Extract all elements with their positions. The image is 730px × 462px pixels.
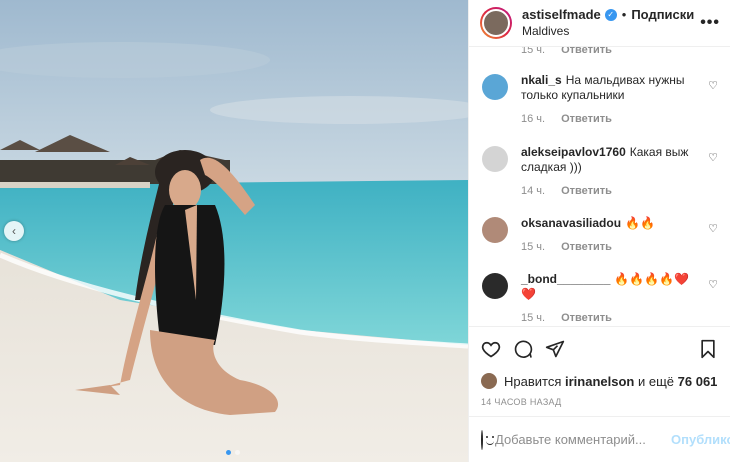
commenter-avatar[interactable]: [482, 273, 508, 299]
post-header: astiselfmade ✓ • Подписки Maldives •••: [469, 0, 730, 47]
comment-time: 15 ч.: [521, 47, 546, 56]
reply-button[interactable]: Ответить: [561, 311, 612, 326]
commenter-username[interactable]: _bond________: [521, 272, 610, 286]
heart-icon[interactable]: [481, 339, 501, 359]
like-comment-heart-icon[interactable]: ♡: [708, 278, 718, 291]
likes-summary[interactable]: Нравится irinanelson и ещё 76 061: [469, 370, 730, 392]
author-avatar[interactable]: [480, 7, 512, 39]
carousel-dots: [226, 450, 240, 455]
post-sidebar: astiselfmade ✓ • Подписки Maldives ••• 1…: [468, 0, 730, 462]
comment-icon[interactable]: [513, 339, 533, 359]
reply-button[interactable]: Ответить: [561, 47, 612, 56]
comments-list[interactable]: 15 ч. Ответить nkali_s На мальдивах нужны…: [469, 47, 730, 326]
post-time: 14 ЧАСОВ НАЗАД: [481, 397, 562, 407]
like-comment-heart-icon[interactable]: ♡: [708, 151, 718, 164]
header-separator: •: [621, 7, 627, 22]
likes-count[interactable]: 76 061: [678, 374, 718, 389]
more-options-icon[interactable]: •••: [700, 14, 720, 32]
comment-composer: Опубликовать: [469, 416, 730, 462]
comment-input[interactable]: [495, 432, 671, 447]
comment-time: 16 ч.: [521, 113, 546, 125]
verified-badge-icon: ✓: [604, 9, 617, 21]
emoji-icon[interactable]: [481, 429, 494, 450]
post-actions: [469, 326, 730, 370]
comment-meta: 15 ч. Ответить: [521, 47, 612, 56]
commenter-username[interactable]: nkali_s: [521, 73, 562, 87]
publish-button[interactable]: Опубликовать: [671, 432, 730, 447]
previous-photo-button[interactable]: ‹: [4, 221, 24, 241]
beach-photo: [0, 0, 468, 462]
comment-time: 15 ч.: [521, 241, 546, 253]
likes-prefix: Нравится: [504, 373, 562, 389]
commenter-username[interactable]: oksanavasiliadou: [521, 216, 621, 230]
commenter-avatar[interactable]: [482, 217, 508, 243]
reply-button[interactable]: Ответить: [561, 112, 612, 127]
like-comment-heart-icon[interactable]: ♡: [708, 79, 718, 92]
liker-username[interactable]: irinanelson: [565, 374, 634, 389]
carousel-dot: [226, 450, 231, 455]
comment-item: _bond________ 🔥🔥🔥🔥❤️❤️ 15 ч. Ответить ♡: [482, 272, 722, 326]
carousel-dot: [235, 450, 240, 455]
commenter-avatar[interactable]: [482, 74, 508, 100]
likes-middle: и ещё: [637, 373, 675, 389]
bookmark-icon[interactable]: [698, 339, 718, 359]
chevron-left-icon: ‹: [12, 224, 16, 238]
comment-time: 14 ч.: [521, 185, 546, 197]
post-location[interactable]: Maldives: [522, 23, 700, 39]
like-comment-heart-icon[interactable]: ♡: [708, 222, 718, 235]
comment-item: oksanavasiliadou 🔥🔥 15 ч. Ответить ♡: [482, 216, 722, 255]
comment-item: alekseipavlov1760 Какая выж сладкая ))) 1…: [482, 145, 722, 199]
commenter-avatar[interactable]: [482, 146, 508, 172]
following-button[interactable]: Подписки: [631, 7, 694, 23]
liker-avatar: [481, 373, 497, 389]
post-photo[interactable]: ‹: [0, 0, 468, 462]
commenter-username[interactable]: alekseipavlov1760: [521, 145, 626, 159]
share-icon[interactable]: [545, 339, 565, 359]
comment-item: nkali_s На мальдивах нужны только купальн…: [482, 73, 722, 127]
reply-button[interactable]: Ответить: [561, 240, 612, 255]
reply-button[interactable]: Ответить: [561, 184, 612, 199]
author-username[interactable]: astiselfmade: [522, 7, 601, 23]
comment-time: 15 ч.: [521, 312, 546, 324]
comment-text: 🔥🔥: [625, 216, 655, 230]
